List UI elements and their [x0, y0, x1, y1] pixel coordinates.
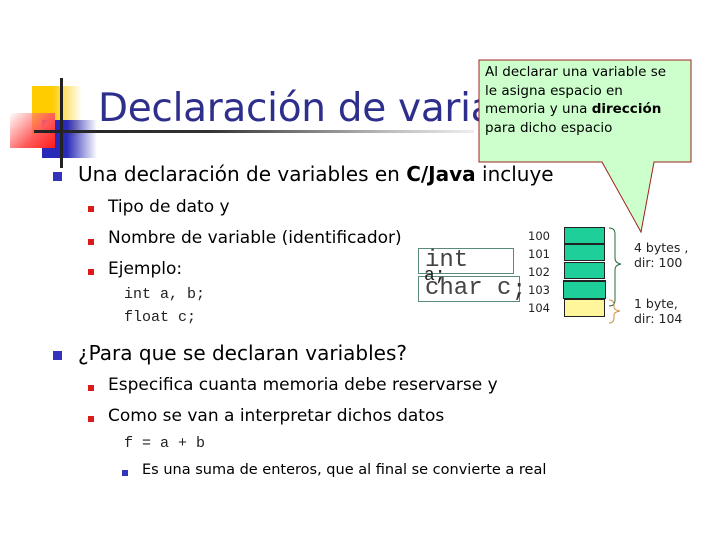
bullet-1-child-1: Tipo de dato y — [108, 197, 230, 217]
bullet-1-child-2: Nombre de variable (identificador) — [108, 228, 402, 248]
memory-cell-100 — [564, 227, 605, 244]
bullet-icon — [88, 206, 94, 212]
bullet-icon — [88, 239, 94, 245]
bullet-icon — [122, 470, 128, 476]
memory-address: 101 — [528, 247, 550, 261]
memory-group-int-address: dir: 100 — [634, 255, 683, 270]
bullet-2-child-2: Como se van a interpretar dichos datos — [108, 406, 445, 426]
bullet-icon — [88, 416, 94, 422]
bullet-1-bold: C/Java — [406, 162, 476, 186]
memory-address: 104 — [528, 301, 550, 315]
memory-cell-103 — [563, 280, 606, 299]
brace-int — [608, 227, 622, 307]
memory-cell-102 — [564, 262, 605, 279]
callout-line-1: Al declarar una variable se — [485, 64, 667, 80]
bullet-1-suffix: incluye — [475, 162, 554, 186]
callout-text: Al declarar una variable se le asigna es… — [485, 63, 685, 137]
bullet-1-child-3: Ejemplo: — [108, 259, 183, 279]
bullet-icon — [88, 385, 94, 391]
bullet-icon — [53, 351, 62, 360]
callout-line-3-prefix: memoria y una — [485, 101, 592, 117]
code-line-2: float c; — [124, 309, 197, 326]
memory-group-char-label: 1 byte, dir: 104 — [634, 296, 682, 326]
memory-group-int-size: 4 bytes , — [634, 240, 689, 255]
memory-address: 100 — [528, 229, 550, 243]
callout-line-4: para dicho espacio — [485, 119, 613, 136]
bullet-2-text: ¿Para que se declaran variables? — [78, 341, 408, 365]
memory-group-int-label: 4 bytes , dir: 100 — [634, 240, 688, 270]
bullet-2-subchild-1: Es una suma de enteros, que al final se … — [142, 462, 547, 478]
memory-group-char-address: dir: 104 — [634, 311, 683, 326]
bullet-icon — [88, 269, 94, 275]
code-line-1: int a, b; — [124, 286, 206, 303]
memory-cell-104 — [564, 299, 605, 317]
callout-bold-word: dirección — [591, 101, 662, 117]
memory-address: 103 — [528, 283, 550, 297]
code-box-int-overflow: a; — [424, 266, 446, 286]
memory-cell-101 — [564, 244, 605, 261]
callout-line-2: le asigna espacio en — [485, 82, 623, 99]
bullet-2-child-1: Especifica cuanta memoria debe reservars… — [108, 375, 498, 395]
bullet-icon — [53, 172, 62, 181]
code-line-3: f = a + b — [124, 435, 206, 452]
callout-line-3: memoria y una dirección — [485, 100, 685, 119]
memory-group-char-size: 1 byte, — [634, 296, 678, 311]
bullet-1-prefix: Una declaración de variables en — [78, 162, 407, 186]
bullet-1-text: Una declaración de variables en C/Java i… — [78, 162, 554, 186]
memory-address: 102 — [528, 265, 550, 279]
